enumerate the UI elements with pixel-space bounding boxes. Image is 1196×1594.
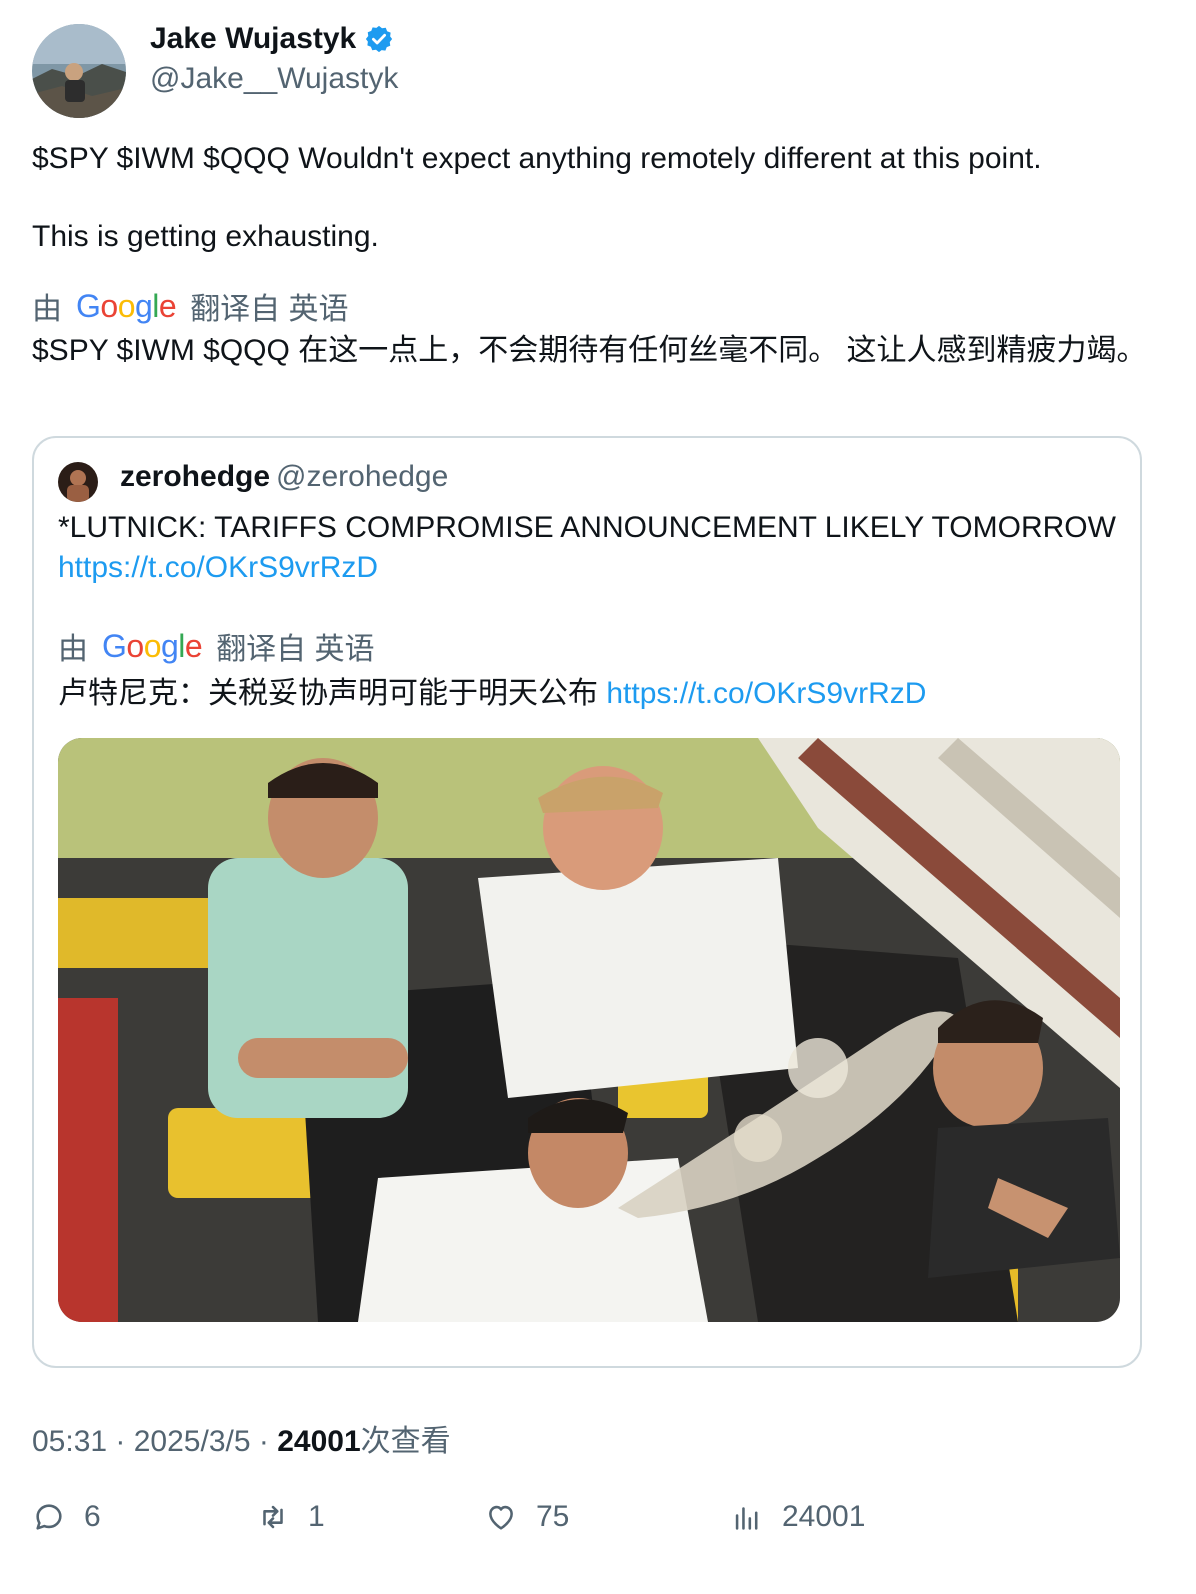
quoted-translated-link[interactable]: https://t.co/OKrS9vrRzD: [606, 677, 926, 710]
google-logo: Google: [76, 287, 177, 324]
views-button[interactable]: 24001: [730, 1500, 865, 1534]
bar-chart-icon: [735, 1507, 758, 1530]
verified-badge-icon: [364, 24, 394, 54]
quoted-media-photo[interactable]: [58, 738, 1120, 1322]
reply-count: 6: [84, 1500, 101, 1533]
retweet-count: 1: [308, 1500, 325, 1533]
meta-separator: ·: [250, 1425, 278, 1458]
views-count: 24001: [782, 1500, 866, 1533]
author-avatar[interactable]: [32, 24, 126, 118]
tweet-text: $SPY $IWM $QQQ Wouldn't expect anything …: [32, 140, 1152, 256]
tweet-text-line-1: $SPY $IWM $QQQ Wouldn't expect anything …: [32, 142, 1042, 175]
view-count: 24001: [277, 1425, 361, 1458]
author-name[interactable]: Jake Wujastyk: [150, 22, 394, 56]
heart-icon: [489, 1505, 513, 1530]
quoted-tweet-card[interactable]: zerohedge @zerohedge *LUTNICK: TARIFFS CO…: [32, 436, 1142, 1368]
quoted-author[interactable]: zerohedge @zerohedge: [120, 460, 448, 494]
tweet-date[interactable]: 2025/3/5: [134, 1425, 251, 1458]
translate-prefix: 由: [32, 293, 62, 326]
quoted-translation-attribution: 由 Google 翻译自 英语: [58, 624, 375, 668]
like-count: 75: [536, 1500, 570, 1533]
translation-attribution: 由 Google 翻译自 英语: [32, 284, 349, 328]
author-handle[interactable]: @Jake__Wujastyk: [150, 62, 398, 96]
quoted-author-name[interactable]: zerohedge: [120, 460, 270, 493]
tweet-time[interactable]: 05:31: [32, 1425, 107, 1458]
author-name-text[interactable]: Jake Wujastyk: [150, 22, 356, 56]
quoted-translated-body: 卢特尼克：关税妥协声明可能于明天公布: [58, 677, 598, 710]
quoted-translate-prefix: 由: [58, 633, 88, 666]
retweet-icon: [263, 1505, 283, 1529]
like-button[interactable]: 75: [484, 1500, 569, 1534]
quoted-link[interactable]: https://t.co/OKrS9vrRzD: [58, 551, 378, 584]
reply-icon: [36, 1504, 62, 1530]
meta-separator: ·: [107, 1425, 134, 1458]
google-logo: Google: [102, 627, 203, 664]
views-label: 次查看: [360, 1425, 451, 1458]
quoted-tweet-text: *LUTNICK: TARIFFS COMPROMISE ANNOUNCEMEN…: [58, 508, 1118, 588]
tweet-actions: 6 1 75 24001: [32, 1500, 1162, 1550]
tweet-text-line-2: This is getting exhausting.: [32, 220, 379, 253]
reply-button[interactable]: 6: [32, 1500, 101, 1534]
quoted-translate-suffix: 翻译自 英语: [216, 633, 375, 666]
retweet-button[interactable]: 1: [256, 1500, 325, 1534]
quoted-translated-text: 卢特尼克：关税妥协声明可能于明天公布 https://t.co/OKrS9vrR…: [58, 674, 1118, 714]
quoted-text-body: *LUTNICK: TARIFFS COMPROMISE ANNOUNCEMEN…: [58, 511, 1116, 544]
translated-text: $SPY $IWM $QQQ 在这一点上，不会期待有任何丝毫不同。 这让人感到精…: [32, 334, 1147, 367]
quoted-author-handle[interactable]: @zerohedge: [276, 460, 448, 493]
tweet-meta: 05:31 · 2025/3/5 · 24001次查看: [32, 1416, 451, 1460]
translate-suffix: 翻译自 英语: [190, 293, 349, 326]
quoted-author-avatar[interactable]: [58, 462, 98, 502]
